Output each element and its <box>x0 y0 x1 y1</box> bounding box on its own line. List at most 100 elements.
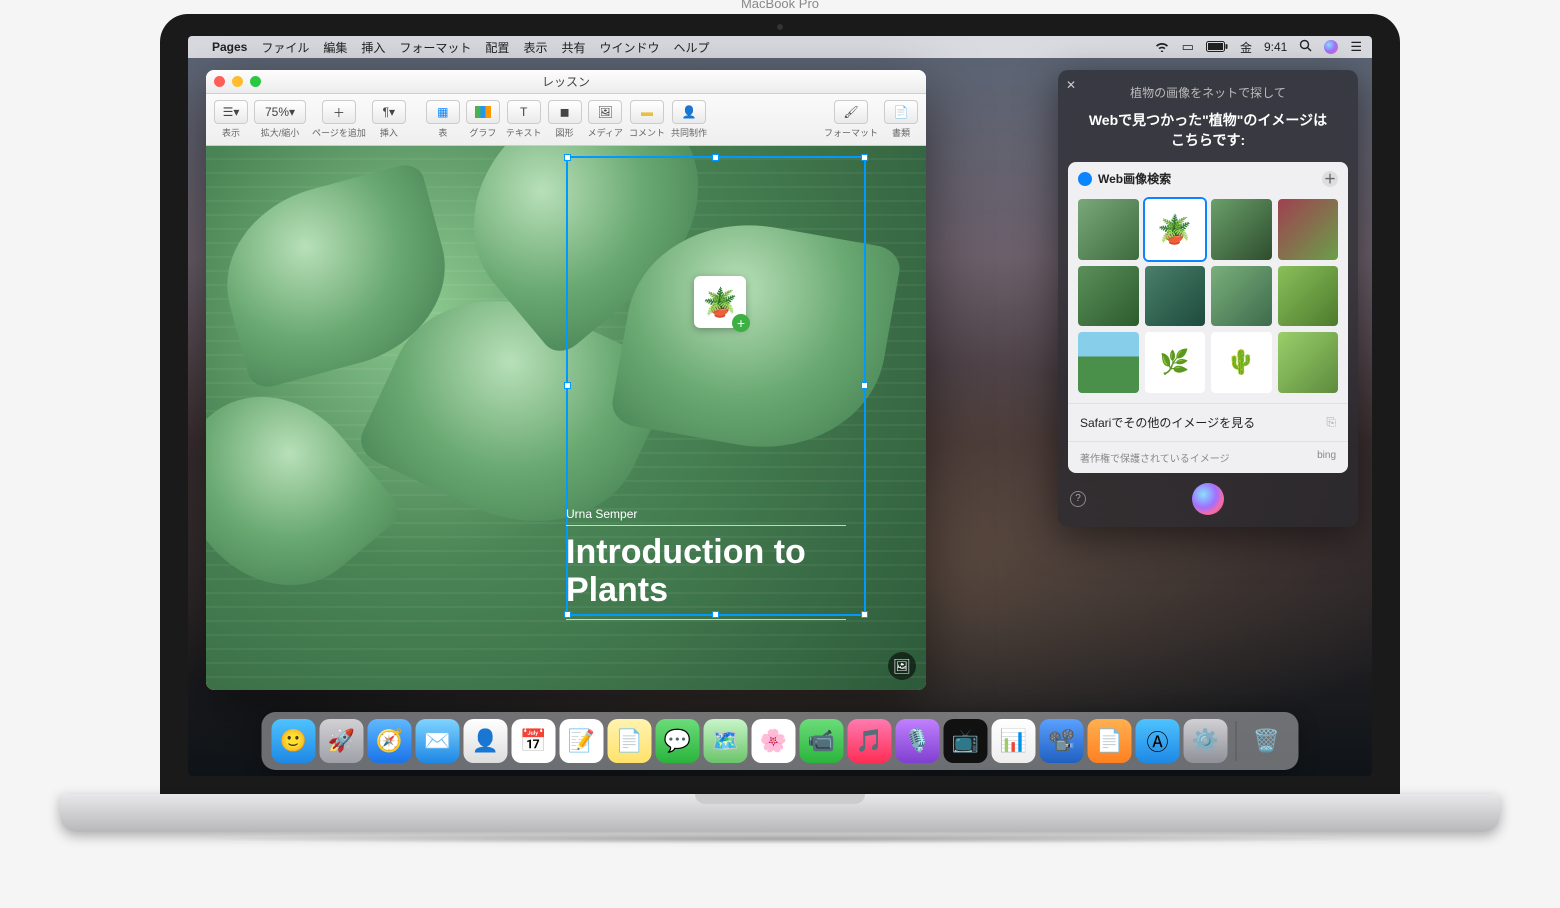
notification-center-icon[interactable]: ☰ <box>1350 39 1362 55</box>
chart-button[interactable] <box>466 100 500 124</box>
card-title: Web画像検索 <box>1098 170 1171 187</box>
resize-handle[interactable] <box>861 154 868 161</box>
dock-photos[interactable]: 🌸 <box>752 719 796 763</box>
table-button[interactable]: ▦ <box>426 100 460 124</box>
dock-separator <box>1236 721 1237 761</box>
menu-window[interactable]: ウインドウ <box>599 39 659 56</box>
dock-mail[interactable]: ✉️ <box>416 719 460 763</box>
resize-handle[interactable] <box>564 382 571 389</box>
laptop-brand-label: MacBook Pro <box>60 0 1500 11</box>
menu-arrange[interactable]: 配置 <box>485 39 509 56</box>
menu-view[interactable]: 表示 <box>523 39 547 56</box>
document-author[interactable]: Urna Semper <box>566 507 846 526</box>
siri-menubar-icon[interactable] <box>1324 40 1338 54</box>
copyright-notice: 著作権で保護されているイメージ <box>1080 450 1230 465</box>
dock-trash[interactable]: 🗑️ <box>1245 719 1289 763</box>
dock-finder[interactable]: 🙂 <box>272 719 316 763</box>
open-in-safari-link[interactable]: Safariでその他のイメージを見る ⎘ <box>1068 403 1348 441</box>
window-title: レッスン <box>206 73 926 90</box>
image-result[interactable] <box>1078 332 1139 393</box>
image-results-grid: 🪴 🌿 🌵 <box>1068 195 1348 403</box>
collaborate-button[interactable]: 👤 <box>672 100 706 124</box>
document-button[interactable]: 📄 <box>884 100 918 124</box>
dock: 🙂🚀🧭✉️👤📅📝📄💬🗺️🌸📹🎵🎙️📺📊📽️📄Ⓐ⚙️🗑️ <box>262 712 1299 770</box>
image-result[interactable] <box>1278 266 1339 327</box>
format-button[interactable]: 🖌 <box>834 100 868 124</box>
add-page-button[interactable]: ＋ <box>322 100 356 124</box>
image-result[interactable] <box>1078 266 1139 327</box>
resize-handle[interactable] <box>861 382 868 389</box>
siri-help-button[interactable]: ? <box>1070 491 1086 507</box>
dock-contacts[interactable]: 👤 <box>464 719 508 763</box>
image-result[interactable] <box>1211 266 1272 327</box>
resize-handle[interactable] <box>564 154 571 161</box>
airplay-icon[interactable]: ▭ <box>1182 39 1194 55</box>
siri-panel: ✕ 植物の画像をネットで探して Webで見つかった"植物"のイメージはこちらです… <box>1058 70 1358 527</box>
wifi-icon[interactable] <box>1154 40 1170 55</box>
siri-close-button[interactable]: ✕ <box>1066 78 1082 94</box>
menu-file[interactable]: ファイル <box>261 39 309 56</box>
siri-orb-icon[interactable] <box>1192 483 1224 515</box>
pin-result-button[interactable]: ＋ <box>1322 171 1338 187</box>
text-button[interactable]: T <box>507 100 541 124</box>
dock-pages[interactable]: 📄 <box>1088 719 1132 763</box>
resize-handle[interactable] <box>861 611 868 618</box>
media-button[interactable]: 🖼 <box>588 100 622 124</box>
menu-edit[interactable]: 編集 <box>323 39 347 56</box>
laptop-notch <box>695 794 865 804</box>
zoom-button[interactable] <box>250 76 261 87</box>
toolbar: ☰▾ 表示 75% ▾ 拡大/縮小 ＋ ページを追加 ¶▾ 挿入 <box>206 94 926 146</box>
menu-share[interactable]: 共有 <box>561 39 585 56</box>
zoom-select[interactable]: 75% ▾ <box>254 100 306 124</box>
dock-podcasts[interactable]: 🎙️ <box>896 719 940 763</box>
minimize-button[interactable] <box>232 76 243 87</box>
menubar-time[interactable]: 9:41 <box>1264 40 1287 54</box>
dock-numbers[interactable]: 📊 <box>992 719 1036 763</box>
document-text-block: Urna Semper Introduction to Plants <box>566 507 846 620</box>
dock-settings[interactable]: ⚙️ <box>1184 719 1228 763</box>
image-result[interactable] <box>1278 332 1339 393</box>
spotlight-icon[interactable] <box>1299 39 1312 55</box>
resize-handle[interactable] <box>712 154 719 161</box>
menu-help[interactable]: ヘルプ <box>673 39 709 56</box>
image-placeholder-icon[interactable]: 🖼 <box>888 652 916 680</box>
app-menu[interactable]: Pages <box>212 40 247 54</box>
image-result[interactable] <box>1078 199 1139 260</box>
titlebar[interactable]: レッスン <box>206 70 926 94</box>
document-title[interactable]: Introduction to Plants <box>566 534 846 620</box>
image-result-selected[interactable]: 🪴 <box>1145 199 1206 260</box>
image-result[interactable] <box>1278 199 1339 260</box>
view-button[interactable]: ☰▾ <box>214 100 248 124</box>
dock-keynote[interactable]: 📽️ <box>1040 719 1084 763</box>
battery-icon[interactable] <box>1206 40 1228 55</box>
menu-format[interactable]: フォーマット <box>399 39 471 56</box>
image-result[interactable] <box>1211 199 1272 260</box>
dock-messages[interactable]: 💬 <box>656 719 700 763</box>
screen-bezel: Pages ファイル 編集 挿入 フォーマット 配置 表示 共有 ウインドウ ヘ… <box>160 14 1400 794</box>
menubar: Pages ファイル 編集 挿入 フォーマット 配置 表示 共有 ウインドウ ヘ… <box>188 36 1372 58</box>
menu-insert[interactable]: 挿入 <box>361 39 385 56</box>
laptop-shadow <box>180 834 1380 844</box>
dragged-image-thumb[interactable]: 🪴 + <box>694 276 746 328</box>
insert-button[interactable]: ¶▾ <box>372 100 406 124</box>
menubar-day[interactable]: 金 <box>1240 39 1252 56</box>
dock-facetime[interactable]: 📹 <box>800 719 844 763</box>
siri-result-card: Web画像検索 ＋ 🪴 🌿 🌵 <box>1068 162 1348 473</box>
provider-label: bing <box>1317 450 1336 465</box>
dock-appstore[interactable]: Ⓐ <box>1136 719 1180 763</box>
dock-calendar[interactable]: 📅 <box>512 719 556 763</box>
dock-launchpad[interactable]: 🚀 <box>320 719 364 763</box>
dock-maps[interactable]: 🗺️ <box>704 719 748 763</box>
image-result[interactable]: 🌿 <box>1145 332 1206 393</box>
comment-button[interactable]: ▬ <box>630 100 664 124</box>
dock-music[interactable]: 🎵 <box>848 719 892 763</box>
close-button[interactable] <box>214 76 225 87</box>
image-result[interactable]: 🌵 <box>1211 332 1272 393</box>
dock-safari[interactable]: 🧭 <box>368 719 412 763</box>
shape-button[interactable]: ◼ <box>548 100 582 124</box>
dock-tv[interactable]: 📺 <box>944 719 988 763</box>
dock-reminders[interactable]: 📝 <box>560 719 604 763</box>
dock-notes[interactable]: 📄 <box>608 719 652 763</box>
image-result[interactable] <box>1145 266 1206 327</box>
document-canvas[interactable]: 🪴 + Urna Semper Introduction to Plants 🖼 <box>206 146 926 690</box>
